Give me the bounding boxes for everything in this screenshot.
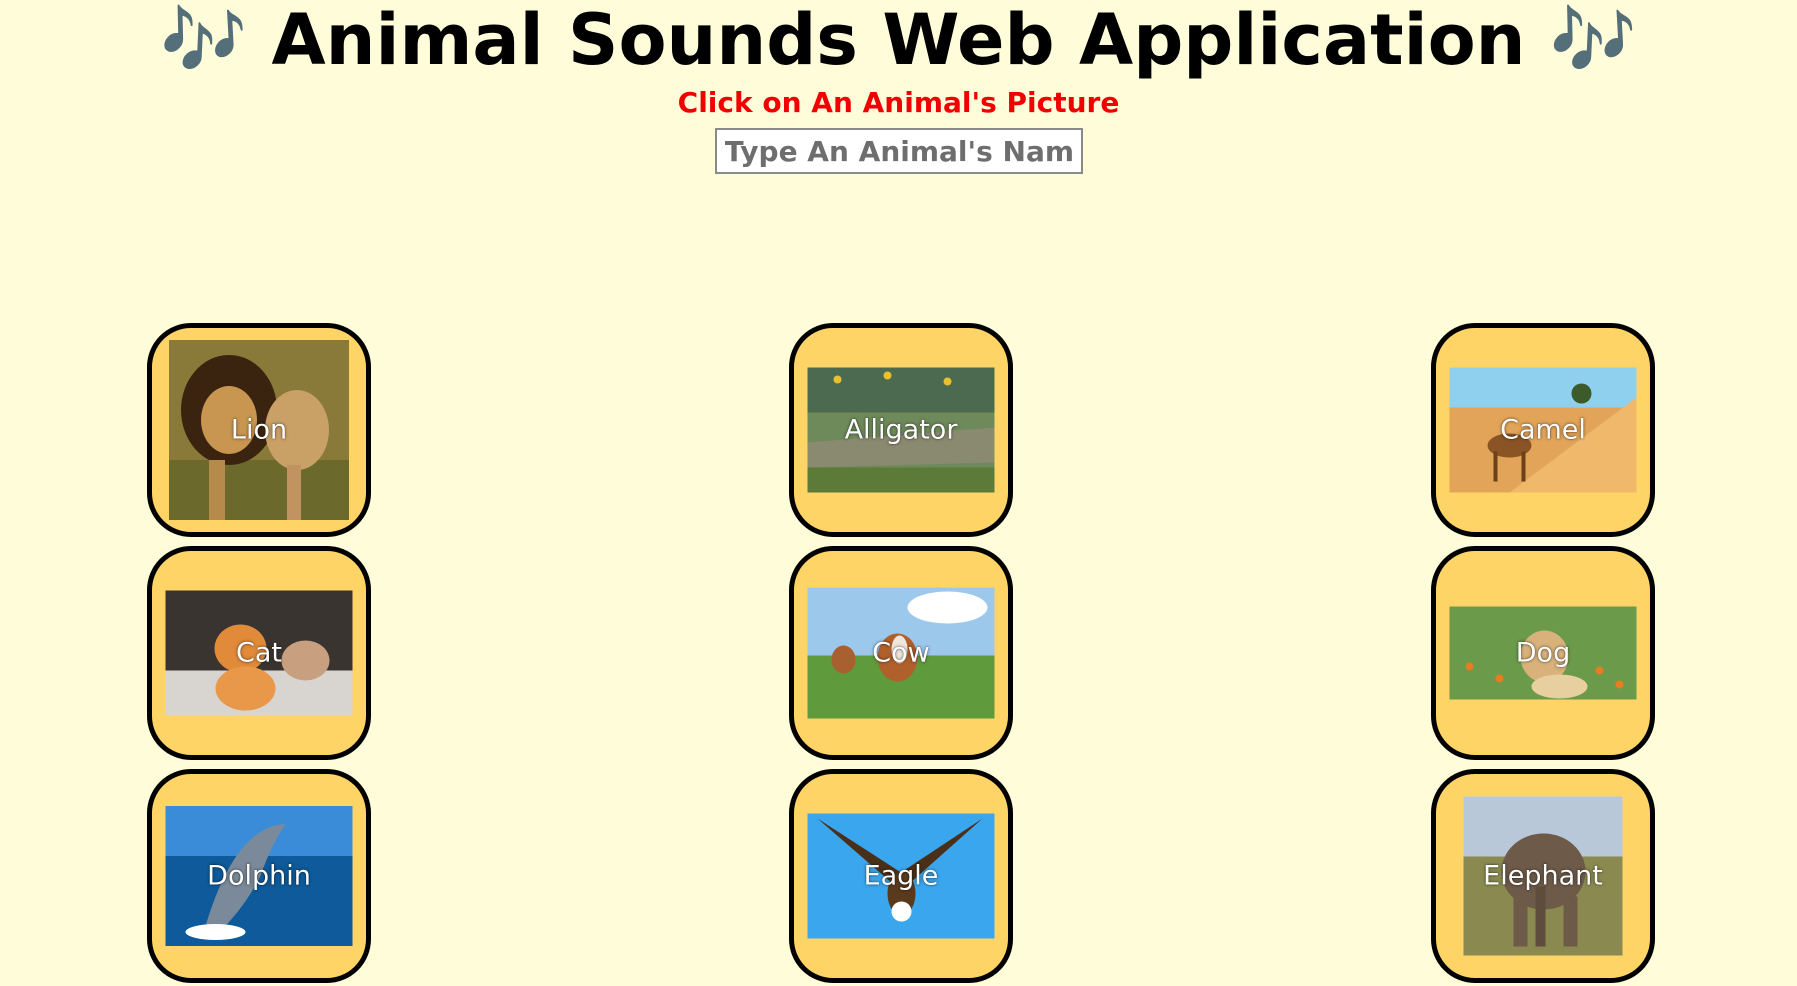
dolphin-photo <box>165 806 353 946</box>
instruction-text: Click on An Animal's Picture <box>677 86 1120 119</box>
elephant-photo <box>1463 796 1623 956</box>
animal-search-input[interactable] <box>714 128 1083 174</box>
page-title: 🎶 Animal Sounds Web Application 🎶 <box>0 0 1797 80</box>
animal-card-lion[interactable]: Lion <box>147 323 371 537</box>
alligator-photo <box>807 367 995 493</box>
cat-photo <box>165 590 353 716</box>
camel-photo <box>1449 367 1637 493</box>
search-container <box>0 128 1797 174</box>
animal-card-eagle[interactable]: Eagle <box>789 769 1013 983</box>
animal-card-alligator[interactable]: Alligator <box>789 323 1013 537</box>
page-title-text: Animal Sounds Web Application <box>271 0 1526 81</box>
lion-photo <box>169 340 349 520</box>
page-header: 🎶 Animal Sounds Web Application 🎶 Click … <box>0 0 1797 174</box>
animal-card-cat[interactable]: Cat <box>147 546 371 760</box>
cow-photo <box>807 587 995 719</box>
animal-card-cow[interactable]: Cow <box>789 546 1013 760</box>
music-notes-icon: 🎶 <box>1549 0 1638 81</box>
animal-card-dolphin[interactable]: Dolphin <box>147 769 371 983</box>
dog-photo <box>1449 606 1637 700</box>
animal-card-dog[interactable]: Dog <box>1431 546 1655 760</box>
eagle-photo <box>807 813 995 939</box>
animal-card-camel[interactable]: Camel <box>1431 323 1655 537</box>
music-notes-icon: 🎶 <box>159 0 248 81</box>
animal-card-elephant[interactable]: Elephant <box>1431 769 1655 983</box>
